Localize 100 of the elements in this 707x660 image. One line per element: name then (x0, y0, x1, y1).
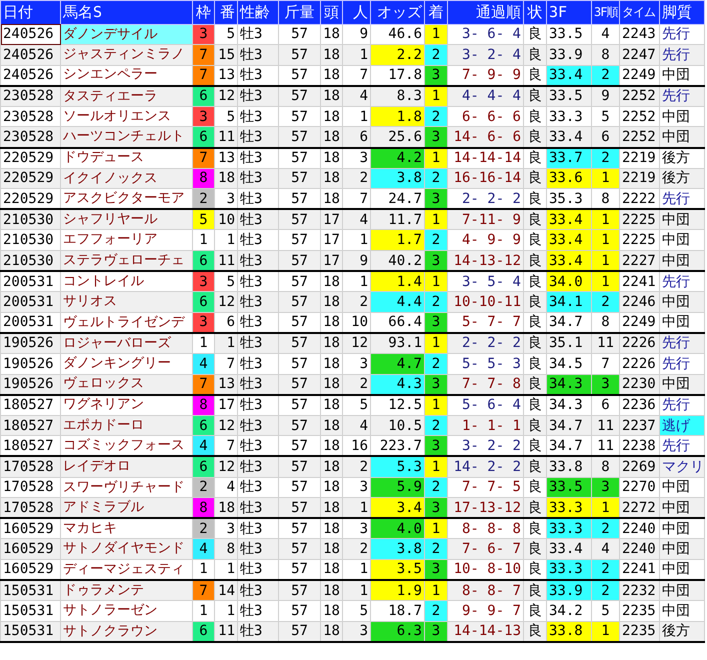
table-cell: 18 (320, 86, 342, 106)
table-cell: 2 (424, 354, 448, 374)
table-cell: 18 (320, 148, 342, 168)
table-cell: 7 (592, 354, 620, 374)
column-header[interactable]: 斤量 (278, 0, 320, 24)
table-cell: 13 (214, 148, 238, 168)
table-cell: 12 (214, 86, 238, 106)
table-cell: 7- 6- 7 (448, 538, 524, 560)
table-cell: 良 (524, 538, 546, 560)
table-cell: 18 (214, 498, 238, 518)
column-header[interactable]: 脚質 (660, 0, 704, 24)
table-cell: 1 (592, 209, 620, 230)
table-cell: 中団 (660, 126, 704, 148)
table-cell: 2 (424, 292, 448, 312)
table-cell: 18 (320, 126, 342, 148)
column-header[interactable]: 3F (546, 0, 592, 24)
table-cell: 3.5 (370, 559, 424, 580)
table-cell: 57 (278, 394, 320, 416)
table-cell: 3 (424, 250, 448, 272)
table-cell: 4.7 (370, 354, 424, 374)
table-cell: 3 (424, 498, 448, 518)
table-cell: 7 (192, 374, 214, 395)
table-cell: 33.6 (546, 168, 592, 189)
table-cell: 牡3 (238, 354, 278, 374)
table-cell: 牡3 (238, 148, 278, 168)
table-cell: 8 (592, 44, 620, 66)
table-cell: 33.3 (546, 518, 592, 539)
column-header[interactable]: 日付 (0, 0, 60, 24)
table-cell: 1 (424, 271, 448, 292)
table-cell: 2.2 (370, 44, 424, 66)
table-cell: 14-14-14 (448, 148, 524, 168)
table-cell: 1 (424, 456, 448, 478)
table-cell: 33.4 (546, 538, 592, 560)
table-cell: 240526 (0, 44, 60, 66)
table-cell: 牡3 (238, 44, 278, 66)
table-cell: 中団 (660, 498, 704, 518)
table-cell: 3 (424, 126, 448, 148)
table-cell: 34.7 (546, 415, 592, 436)
table-cell: 18 (320, 354, 342, 374)
table-cell: サトノクラウン (60, 621, 192, 642)
table-cell: 先行 (660, 394, 704, 416)
table-cell: 11 (592, 415, 620, 436)
column-header[interactable]: 通過順 (448, 0, 524, 24)
table-cell: 4.0 (370, 518, 424, 539)
table-cell: 3 (192, 271, 214, 292)
column-header[interactable]: 性齢 (238, 0, 278, 24)
column-header[interactable]: 状 (524, 0, 546, 24)
table-cell: 57 (278, 621, 320, 642)
table-cell: 3.4 (370, 498, 424, 518)
table-cell: 2225 (620, 209, 660, 230)
column-header[interactable]: 番 (214, 0, 238, 24)
table-cell: 8 (192, 498, 214, 518)
table-cell: 57 (278, 332, 320, 354)
table-cell: 57 (278, 354, 320, 374)
table-cell: 57 (278, 456, 320, 478)
table-cell: 2232 (620, 580, 660, 601)
table-cell: 18 (214, 168, 238, 189)
table-cell: 57 (278, 600, 320, 622)
column-header[interactable]: タイム (620, 0, 660, 24)
table-cell: 230528 (0, 126, 60, 148)
table-cell: 18 (320, 580, 342, 601)
table-cell: 17 (214, 394, 238, 416)
table-cell: 12 (342, 332, 370, 354)
column-header[interactable]: 3F順 (592, 0, 620, 24)
table-cell: 2272 (620, 498, 660, 518)
table-cell: 2 (424, 230, 448, 251)
table-cell: サトノダイヤモンド (60, 538, 192, 560)
table-cell: 6 (592, 394, 620, 416)
table-cell: 2 (592, 65, 620, 86)
table-cell: 良 (524, 600, 546, 622)
table-cell: 1 (214, 332, 238, 354)
table-cell: マクリ (660, 456, 704, 478)
cell-text: 逃げ (662, 418, 690, 434)
table-cell: 6 (192, 415, 214, 436)
table-cell: 10 (214, 209, 238, 230)
column-header[interactable]: 頭 (320, 0, 342, 24)
table-cell: 牡3 (238, 86, 278, 106)
table-cell: 9- 9- 7 (448, 600, 524, 622)
table-cell: 良 (524, 394, 546, 416)
table-cell: 190526 (0, 332, 60, 354)
table-cell: 1- 1- 1 (448, 415, 524, 436)
table-cell: 牡3 (238, 456, 278, 478)
table-cell: 3 (424, 188, 448, 210)
column-header[interactable]: 着 (424, 0, 448, 24)
column-header[interactable]: 人 (342, 0, 370, 24)
column-header[interactable]: 枠 (192, 0, 214, 24)
table-cell: 34.1 (546, 292, 592, 312)
table-cell: 57 (278, 498, 320, 518)
column-header[interactable]: 馬名S (60, 0, 192, 24)
column-header[interactable]: オッズ (370, 0, 424, 24)
table-cell: 200531 (0, 292, 60, 312)
table-cell: 7- 7- 8 (448, 374, 524, 395)
table-cell: 180527 (0, 394, 60, 416)
table-cell: 34.2 (546, 600, 592, 622)
table-cell: 中団 (660, 538, 704, 560)
table-cell: 1 (592, 621, 620, 642)
table-cell: 牡3 (238, 538, 278, 560)
table-cell: 2 (424, 44, 448, 66)
table-cell: 57 (278, 86, 320, 106)
table-cell: 1 (592, 168, 620, 189)
